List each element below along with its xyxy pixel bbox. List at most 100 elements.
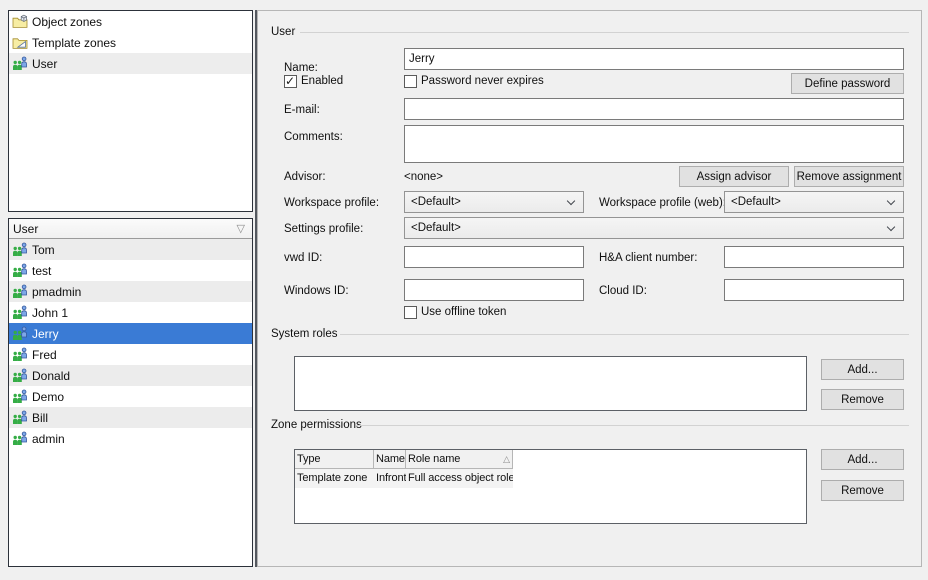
zone-permissions-grid-header: Type Name Role name △ — [295, 450, 513, 469]
tree-item-object-zones[interactable]: Object zones — [9, 11, 252, 32]
system-roles-add-button[interactable]: Add... — [821, 359, 904, 380]
group-divider — [300, 32, 909, 33]
workspace-profile-label: Workspace profile: — [284, 197, 379, 209]
user-detail-panel: User Name: Enabled Password never expire… — [257, 10, 922, 567]
cell-type: Template zone — [295, 469, 374, 488]
settings-profile-select[interactable]: <Default> — [404, 217, 904, 239]
cloud-id-input[interactable] — [724, 279, 904, 301]
users-icon — [12, 305, 28, 321]
vwd-id-label: vwd ID: — [284, 252, 322, 264]
workspace-profile-web-select[interactable]: <Default> — [724, 191, 904, 213]
user-name: Fred — [32, 348, 57, 362]
app-window: Object zones Template zones User User ▽ … — [0, 0, 928, 580]
ha-client-number-input[interactable] — [724, 246, 904, 268]
ha-client-number-label: H&A client number: — [599, 252, 697, 264]
user-list-item[interactable]: admin — [9, 428, 252, 449]
name-input[interactable] — [404, 48, 904, 70]
cell-name: Infront — [374, 469, 406, 488]
system-roles-listbox[interactable] — [294, 356, 807, 411]
use-offline-token-label: Use offline token — [421, 306, 506, 318]
comments-textarea[interactable] — [404, 125, 904, 163]
users-icon — [12, 347, 28, 363]
workspace-profile-web-value: <Default> — [731, 196, 781, 208]
tree-item-label: Object zones — [32, 15, 102, 29]
remove-assignment-button[interactable]: Remove assignment — [794, 166, 904, 187]
email-input[interactable] — [404, 98, 904, 120]
password-never-expires-checkbox[interactable] — [404, 75, 417, 88]
zone-permissions-grid: Type Name Role name △ Template zone Infr… — [294, 449, 807, 524]
tree-item-user[interactable]: User — [9, 53, 252, 74]
windows-id-label: Windows ID: — [284, 285, 349, 297]
sort-asc-icon: △ — [503, 450, 510, 468]
chevron-down-icon — [567, 197, 575, 205]
user-name: admin — [32, 432, 65, 446]
chevron-down-icon — [887, 223, 895, 231]
users-icon — [12, 263, 28, 279]
user-list-item[interactable]: Donald — [9, 365, 252, 386]
user-name: Donald — [32, 369, 70, 383]
assign-advisor-button[interactable]: Assign advisor — [679, 166, 789, 187]
group-title-system-roles: System roles — [271, 328, 337, 340]
users-icon — [12, 242, 28, 258]
settings-profile-value: <Default> — [411, 222, 461, 234]
user-list-item[interactable]: pmadmin — [9, 281, 252, 302]
use-offline-token-checkbox[interactable] — [404, 306, 417, 319]
vwd-id-input[interactable] — [404, 246, 584, 268]
user-list-item-selected[interactable]: Jerry — [9, 323, 252, 344]
system-roles-remove-button[interactable]: Remove — [821, 389, 904, 410]
user-list-item[interactable]: Demo — [9, 386, 252, 407]
column-header-name[interactable]: Name — [374, 450, 406, 469]
enabled-checkbox[interactable] — [284, 75, 297, 88]
users-icon — [12, 368, 28, 384]
user-list-header-label: User — [13, 222, 38, 236]
user-list-panel: User ▽ Tom test pmadmin John 1 Jerry — [8, 218, 253, 567]
workspace-profile-value: <Default> — [411, 196, 461, 208]
folder-cube-icon — [12, 14, 28, 30]
user-list-item[interactable]: Tom — [9, 239, 252, 260]
group-title-user: User — [271, 26, 295, 38]
group-divider — [340, 334, 909, 335]
comments-label: Comments: — [284, 131, 343, 143]
user-name: John 1 — [32, 306, 68, 320]
tree-item-label: User — [32, 57, 57, 71]
user-name: Tom — [32, 243, 55, 257]
user-list-rows: Tom test pmadmin John 1 Jerry Fred — [9, 239, 252, 449]
cell-role-name: Full access object role — [406, 469, 513, 488]
users-icon — [12, 284, 28, 300]
users-icon — [12, 410, 28, 426]
enabled-label: Enabled — [301, 75, 343, 87]
zone-permission-row[interactable]: Template zone Infront Full access object… — [295, 469, 513, 488]
name-label: Name: — [284, 62, 318, 74]
define-password-button[interactable]: Define password — [791, 73, 904, 94]
tree-item-template-zones[interactable]: Template zones — [9, 32, 252, 53]
cloud-id-label: Cloud ID: — [599, 285, 647, 297]
advisor-label: Advisor: — [284, 171, 326, 183]
chevron-down-icon — [887, 197, 895, 205]
user-name: test — [32, 264, 51, 278]
zone-permissions-add-button[interactable]: Add... — [821, 449, 904, 470]
user-list-item[interactable]: Bill — [9, 407, 252, 428]
email-label: E-mail: — [284, 104, 320, 116]
zones-tree-panel: Object zones Template zones User — [8, 10, 253, 212]
users-icon — [12, 389, 28, 405]
user-name: Bill — [32, 411, 48, 425]
column-header-type[interactable]: Type — [295, 450, 374, 469]
user-list-item[interactable]: test — [9, 260, 252, 281]
column-header-role-name[interactable]: Role name △ — [406, 450, 513, 469]
windows-id-input[interactable] — [404, 279, 584, 301]
user-name: Jerry — [32, 327, 59, 341]
user-list-item[interactable]: John 1 — [9, 302, 252, 323]
zone-permissions-remove-button[interactable]: Remove — [821, 480, 904, 501]
user-name: Demo — [32, 390, 64, 404]
user-list-item[interactable]: Fred — [9, 344, 252, 365]
advisor-value: <none> — [404, 171, 443, 183]
workspace-profile-web-label: Workspace profile (web): — [599, 197, 726, 209]
folder-template-icon — [12, 35, 28, 51]
users-icon — [12, 431, 28, 447]
group-divider — [356, 425, 909, 426]
sort-desc-icon: ▽ — [237, 222, 245, 235]
user-list-header[interactable]: User ▽ — [9, 219, 252, 239]
workspace-profile-select[interactable]: <Default> — [404, 191, 584, 213]
user-name: pmadmin — [32, 285, 81, 299]
settings-profile-label: Settings profile: — [284, 223, 363, 235]
